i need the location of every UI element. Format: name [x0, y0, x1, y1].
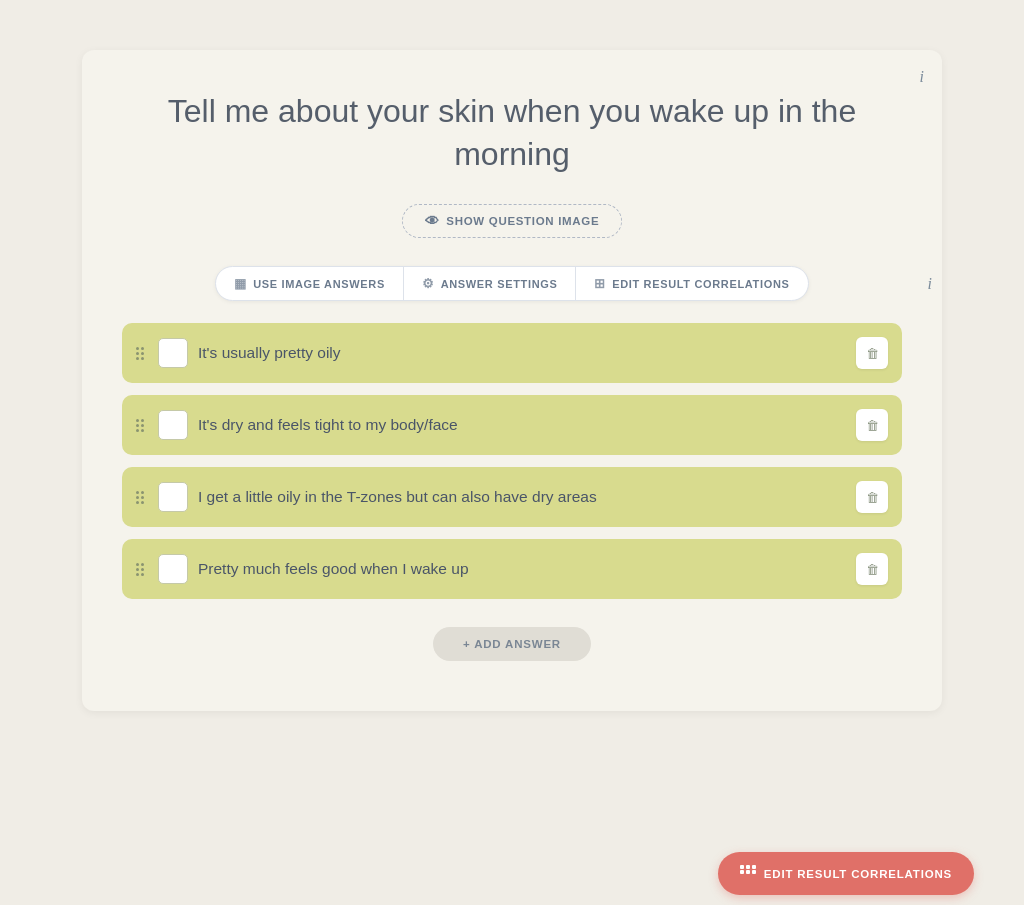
answer-settings-label: ANSWER SETTINGS — [441, 278, 558, 290]
correlations-toolbar-icon: ⊞ — [594, 276, 606, 291]
question-title: Tell me about your skin when you wake up… — [122, 90, 902, 176]
delete-answer-button[interactable]: 🗑 — [856, 337, 888, 369]
settings-icon: ⚙ — [422, 276, 435, 291]
page-container: i Tell me about your skin when you wake … — [20, 20, 1004, 905]
show-question-image-button[interactable]: 👁 SHOW QUESTION IMAGE — [402, 204, 623, 238]
answer-row: It's usually pretty oily 🗑 — [122, 323, 902, 383]
svg-rect-3 — [740, 870, 744, 874]
toolbar: ▦ USE IMAGE ANSWERS ⚙ ANSWER SETTINGS ⊞ … — [215, 266, 808, 301]
drag-handle[interactable] — [132, 347, 148, 360]
answer-text: It's dry and feels tight to my body/face — [198, 416, 846, 434]
answer-settings-button[interactable]: ⚙ ANSWER SETTINGS — [404, 267, 577, 300]
answer-row: It's dry and feels tight to my body/face… — [122, 395, 902, 455]
svg-rect-1 — [746, 865, 750, 869]
drag-handle[interactable] — [132, 419, 148, 432]
show-image-label: SHOW QUESTION IMAGE — [446, 215, 599, 227]
answer-row: I get a little oily in the T-zones but c… — [122, 467, 902, 527]
image-answers-icon: ▦ — [234, 276, 247, 291]
answer-checkbox[interactable] — [158, 554, 188, 584]
question-card: i Tell me about your skin when you wake … — [82, 50, 942, 711]
answer-text: Pretty much feels good when I wake up — [198, 560, 846, 578]
answer-row: Pretty much feels good when I wake up 🗑 — [122, 539, 902, 599]
edit-result-correlations-button[interactable]: EDIT RESULT CORRELATIONS — [718, 852, 974, 895]
drag-dots — [136, 491, 144, 504]
answer-text: It's usually pretty oily — [198, 344, 846, 362]
info-icon-toolbar[interactable]: i — [928, 275, 932, 293]
answers-list: It's usually pretty oily 🗑 It's dry and … — [122, 323, 902, 599]
correlations-icon — [740, 865, 756, 882]
answer-checkbox[interactable] — [158, 410, 188, 440]
drag-dots — [136, 563, 144, 576]
bottom-button-area: EDIT RESULT CORRELATIONS — [718, 852, 974, 895]
drag-dots — [136, 419, 144, 432]
answer-text: I get a little oily in the T-zones but c… — [198, 488, 846, 506]
add-answer-button[interactable]: + ADD ANSWER — [433, 627, 591, 661]
svg-rect-0 — [740, 865, 744, 869]
edit-result-correlations-toolbar-label: EDIT RESULT CORRELATIONS — [612, 278, 789, 290]
delete-answer-button[interactable]: 🗑 — [856, 553, 888, 585]
eye-icon: 👁 — [425, 213, 440, 229]
edit-correlations-label: EDIT RESULT CORRELATIONS — [764, 868, 952, 880]
answer-checkbox[interactable] — [158, 338, 188, 368]
drag-dots — [136, 347, 144, 360]
use-image-answers-button[interactable]: ▦ USE IMAGE ANSWERS — [216, 267, 404, 300]
svg-rect-2 — [752, 865, 756, 869]
svg-rect-5 — [752, 870, 756, 874]
delete-answer-button[interactable]: 🗑 — [856, 409, 888, 441]
svg-rect-4 — [746, 870, 750, 874]
edit-result-correlations-toolbar-button[interactable]: ⊞ EDIT RESULT CORRELATIONS — [576, 267, 807, 300]
drag-handle[interactable] — [132, 491, 148, 504]
info-icon-top[interactable]: i — [920, 68, 924, 86]
drag-handle[interactable] — [132, 563, 148, 576]
answer-checkbox[interactable] — [158, 482, 188, 512]
delete-answer-button[interactable]: 🗑 — [856, 481, 888, 513]
use-image-answers-label: USE IMAGE ANSWERS — [253, 278, 385, 290]
toolbar-row: ▦ USE IMAGE ANSWERS ⚙ ANSWER SETTINGS ⊞ … — [122, 266, 902, 301]
